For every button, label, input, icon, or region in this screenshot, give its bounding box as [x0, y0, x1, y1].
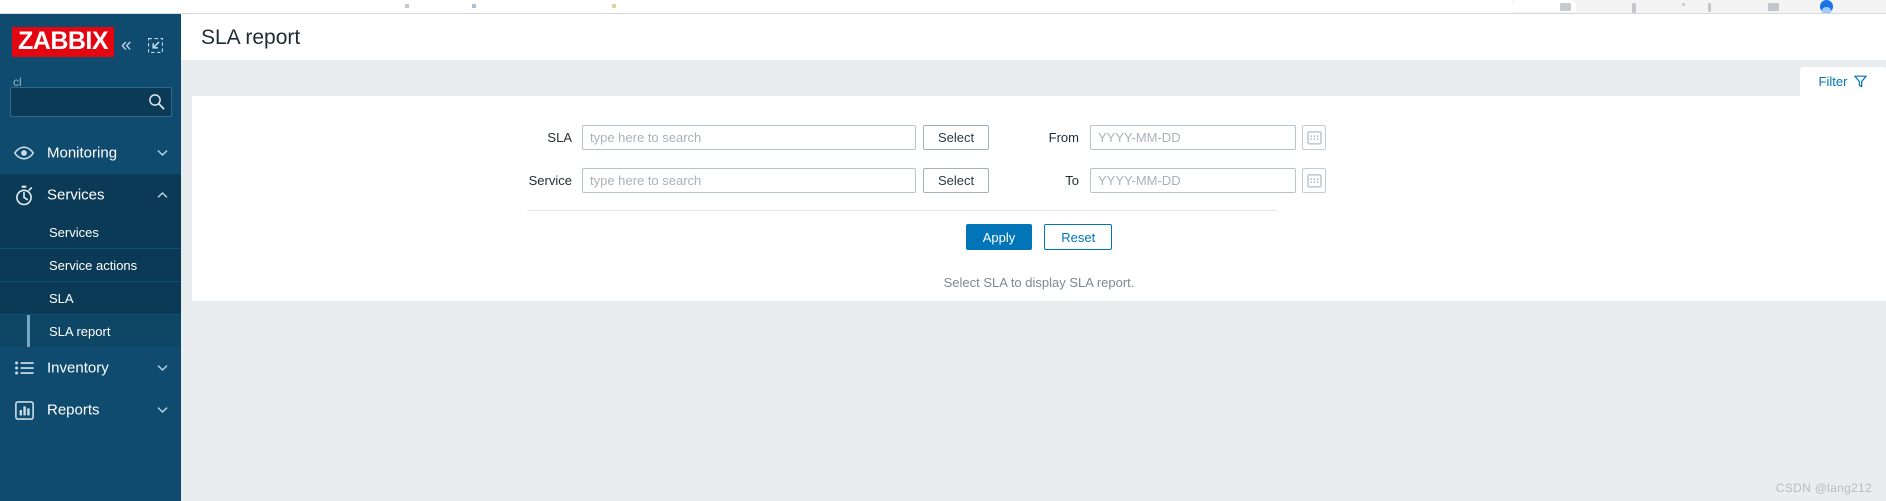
- watermark: CSDN @lang212: [1775, 481, 1872, 495]
- sidebar-subitem-sla[interactable]: SLA: [0, 281, 181, 314]
- filter-row-service: Service Select: [527, 168, 990, 193]
- sidebar-subitem-service-actions[interactable]: Service actions: [0, 248, 181, 281]
- filter-tab-label: Filter: [1818, 74, 1848, 89]
- browser-profile-avatar[interactable]: [1820, 0, 1833, 14]
- browser-icon-1[interactable]: [1560, 3, 1571, 11]
- browser-icon-5[interactable]: [1768, 3, 1779, 11]
- filter-panel: SLA Select From: [192, 96, 1886, 264]
- stopwatch-icon: [14, 185, 34, 205]
- sla-select-button[interactable]: Select: [923, 125, 990, 150]
- sidebar-subitem-label: SLA: [49, 290, 74, 306]
- sidebar-logo-row: ZABBIX «: [0, 14, 181, 58]
- service-label: Service: [528, 173, 572, 188]
- from-date-input[interactable]: [1090, 125, 1296, 150]
- app-root: ZABBIX « cl Monitoring Services Services…: [0, 0, 1886, 501]
- chevron-double-left-icon[interactable]: «: [121, 36, 131, 55]
- to-date-input[interactable]: [1090, 168, 1296, 193]
- main-content: SLA report Filter SLA Select: [181, 14, 1886, 501]
- service-input[interactable]: [582, 168, 916, 193]
- to-calendar-icon[interactable]: [1302, 168, 1326, 193]
- sidebar-item-label: Reports: [47, 401, 100, 419]
- search-input[interactable]: [11, 88, 141, 116]
- sidebar-subitem-services[interactable]: Services: [0, 216, 181, 248]
- browser-icon-2[interactable]: [1632, 3, 1636, 13]
- sidebar: ZABBIX « cl Monitoring Services Services…: [0, 14, 181, 501]
- service-select-button[interactable]: Select: [923, 168, 990, 193]
- empty-state-message: Select SLA to display SLA report.: [943, 275, 1135, 290]
- sidebar-item-inventory[interactable]: Inventory: [0, 347, 181, 389]
- sidebar-subitem-sla-report[interactable]: SLA report: [0, 314, 181, 347]
- sidebar-submenu-services: Services Service actions SLA SLA report: [0, 216, 181, 347]
- browser-toolbar-strip: [0, 0, 1886, 14]
- expand-icon[interactable]: [147, 37, 164, 54]
- sidebar-item-services[interactable]: Services: [0, 174, 181, 216]
- page-header: SLA report: [181, 14, 1886, 60]
- sla-label: SLA: [547, 130, 572, 145]
- chevron-down-icon[interactable]: [156, 147, 168, 159]
- page-title: SLA report: [201, 26, 301, 49]
- to-label: To: [1065, 173, 1079, 188]
- sidebar-item-label: Inventory: [47, 359, 109, 377]
- tab-filter[interactable]: Filter: [1800, 67, 1886, 96]
- filter-row-sla: SLA Select: [527, 125, 990, 150]
- sidebar-item-label: Monitoring: [47, 144, 118, 162]
- from-label: From: [1048, 130, 1079, 145]
- from-calendar-icon[interactable]: [1302, 125, 1326, 150]
- filter-divider: [527, 210, 1276, 211]
- bar-chart-icon: [14, 400, 34, 420]
- filter-body: SLA Select From: [192, 96, 1886, 264]
- chevron-down-icon[interactable]: [156, 362, 168, 374]
- search-icon[interactable]: [148, 93, 165, 110]
- sidebar-item-label: Services: [47, 186, 105, 204]
- sidebar-subitem-label: Services: [49, 224, 99, 240]
- filter-row-from: From: [1037, 125, 1326, 150]
- chevron-down-icon[interactable]: [156, 404, 168, 416]
- eye-icon: [14, 143, 34, 163]
- funnel-icon: [1854, 75, 1868, 88]
- sla-input[interactable]: [582, 125, 916, 150]
- chevron-up-icon[interactable]: [156, 189, 168, 201]
- sidebar-search[interactable]: [10, 87, 172, 117]
- strip-mark-3: [612, 4, 616, 8]
- sidebar-subitem-label: Service actions: [49, 257, 138, 273]
- browser-icon-4[interactable]: [1708, 3, 1711, 12]
- strip-mark-2: [472, 4, 476, 8]
- filter-actions: Apply Reset: [192, 224, 1886, 250]
- reset-button[interactable]: Reset: [1044, 224, 1113, 250]
- browser-icon-3[interactable]: [1682, 3, 1685, 6]
- strip-mark-1: [405, 4, 409, 8]
- sidebar-item-reports[interactable]: Reports: [0, 389, 181, 431]
- filter-row-to: To: [1037, 168, 1326, 193]
- sidebar-nav: Monitoring Services Services Service act…: [0, 132, 181, 431]
- sidebar-item-monitoring[interactable]: Monitoring: [0, 132, 181, 174]
- filter-tab-bar: Filter: [1800, 67, 1886, 96]
- apply-button[interactable]: Apply: [965, 224, 1033, 250]
- zabbix-logo[interactable]: ZABBIX: [12, 27, 115, 57]
- list-icon: [14, 358, 34, 378]
- result-panel: Select SLA to display SLA report.: [192, 264, 1886, 301]
- sidebar-subitem-label: SLA report: [49, 323, 111, 339]
